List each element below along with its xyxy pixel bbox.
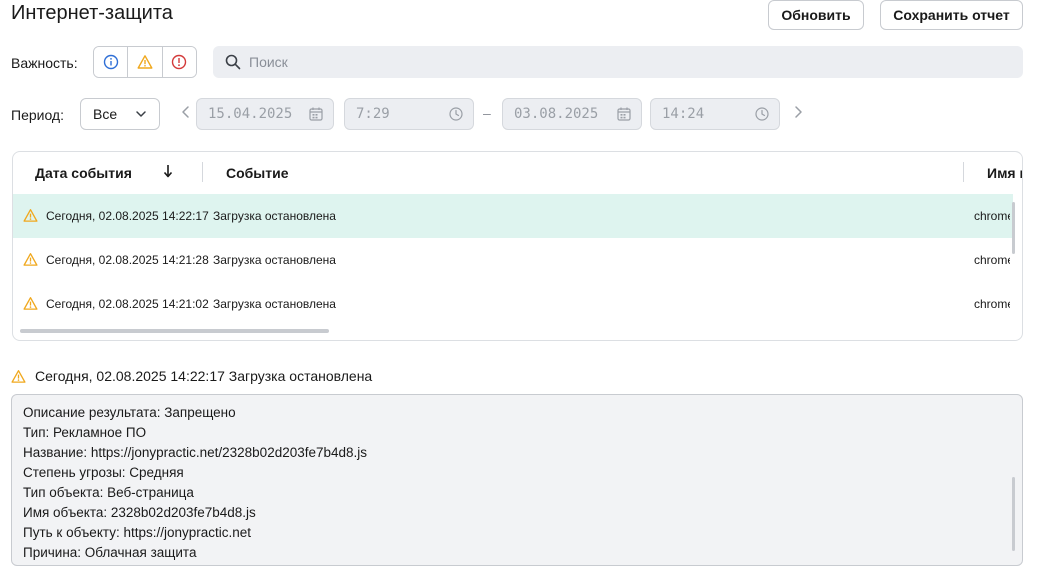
calendar-icon[interactable] [309, 107, 323, 121]
chevron-down-icon [136, 111, 146, 117]
range-dash: – [483, 105, 491, 121]
severity-info-button[interactable] [94, 47, 129, 77]
severity-label: Важность: [11, 55, 78, 71]
period-prev-button[interactable] [180, 105, 192, 124]
row-process: chrome [974, 253, 1010, 267]
chevron-right-icon [795, 106, 802, 118]
row-date: Сегодня, 02.08.2025 14:21:02 [46, 297, 209, 311]
row-event: Загрузка остановлена [213, 209, 336, 223]
time-to-value: 14:24 [662, 106, 705, 122]
warning-icon [11, 369, 26, 383]
sort-arrow-down-icon[interactable] [163, 164, 173, 181]
severity-error-button[interactable] [162, 47, 196, 77]
severity-warning-button[interactable] [128, 47, 163, 77]
severity-filter-group [93, 46, 197, 78]
row-process: chrome [974, 297, 1010, 311]
detail-text-area[interactable]: Описание результата: Запрещено Тип: Рекл… [11, 394, 1023, 566]
period-select[interactable]: Все [80, 98, 160, 130]
table-row[interactable]: Сегодня, 02.08.2025 14:22:17 Загрузка ос… [13, 194, 1013, 238]
date-to-value: 03.08.2025 [514, 106, 599, 122]
column-header-process[interactable]: Имя п [987, 165, 1022, 181]
detail-line: Тип объекта: Веб-страница [23, 485, 194, 500]
events-table: Дата события Событие Имя п Сегодня, 02.0… [12, 151, 1023, 341]
table-vertical-scrollbar[interactable] [1012, 202, 1015, 254]
row-date: Сегодня, 02.08.2025 14:22:17 [46, 209, 209, 223]
table-row[interactable]: Сегодня, 02.08.2025 14:21:28 Загрузка ос… [13, 238, 1013, 282]
detail-vertical-scrollbar[interactable] [1012, 477, 1015, 551]
error-icon [172, 54, 187, 70]
detail-header: Сегодня, 02.08.2025 14:22:17 Загрузка ос… [11, 368, 372, 384]
search-icon [225, 54, 241, 70]
time-to-field[interactable]: 14:24 [650, 98, 780, 130]
column-separator[interactable] [963, 162, 964, 182]
date-from-field[interactable]: 15.04.2025 [196, 98, 334, 130]
detail-line: Название: https://jonypractic.net/2328b0… [23, 445, 368, 460]
search-input[interactable] [249, 54, 1009, 70]
time-from-field[interactable]: 7:29 [344, 98, 474, 130]
column-header-event[interactable]: Событие [226, 165, 289, 181]
warning-icon [23, 209, 38, 222]
detail-line: Имя объекта: 2328b02d203fe7b4d8.js [23, 505, 256, 520]
row-event: Загрузка остановлена [213, 253, 336, 267]
warning-icon [23, 253, 38, 266]
info-icon [103, 54, 118, 70]
table-horizontal-scrollbar[interactable] [20, 329, 329, 333]
warning-icon [137, 55, 153, 69]
table-header: Дата события Событие Имя п [13, 152, 1022, 194]
chevron-left-icon [182, 106, 189, 118]
period-select-value: Все [93, 106, 118, 122]
column-header-date[interactable]: Дата события [35, 165, 132, 181]
detail-line: Тип: Рекламное ПО [23, 425, 147, 440]
clock-icon[interactable] [755, 107, 769, 121]
period-label: Период: [11, 107, 64, 123]
detail-line: Степень угрозы: Средняя [23, 465, 184, 480]
page-title: Интернет-защита [11, 2, 173, 24]
detail-line: Причина: Облачная защита [23, 545, 197, 560]
detail-line: Описание результата: Запрещено [23, 405, 236, 420]
detail-line: Путь к объекту: https://jonypractic.net [23, 525, 252, 540]
time-from-value: 7:29 [356, 106, 390, 122]
date-from-value: 15.04.2025 [208, 106, 293, 122]
refresh-button[interactable]: Обновить [768, 0, 864, 30]
clock-icon[interactable] [449, 107, 463, 121]
row-process: chrome [974, 209, 1010, 223]
date-to-field[interactable]: 03.08.2025 [502, 98, 642, 130]
column-separator[interactable] [202, 162, 203, 182]
row-date: Сегодня, 02.08.2025 14:21:28 [46, 253, 209, 267]
calendar-icon[interactable] [617, 107, 631, 121]
period-next-button[interactable] [792, 105, 804, 124]
table-row[interactable]: Сегодня, 02.08.2025 14:21:02 Загрузка ос… [13, 282, 1013, 326]
search-box [213, 46, 1023, 78]
detail-title: Сегодня, 02.08.2025 14:22:17 Загрузка ос… [35, 368, 373, 384]
row-event: Загрузка остановлена [213, 297, 336, 311]
warning-icon [23, 297, 38, 310]
save-report-button[interactable]: Сохранить отчет [880, 0, 1023, 30]
